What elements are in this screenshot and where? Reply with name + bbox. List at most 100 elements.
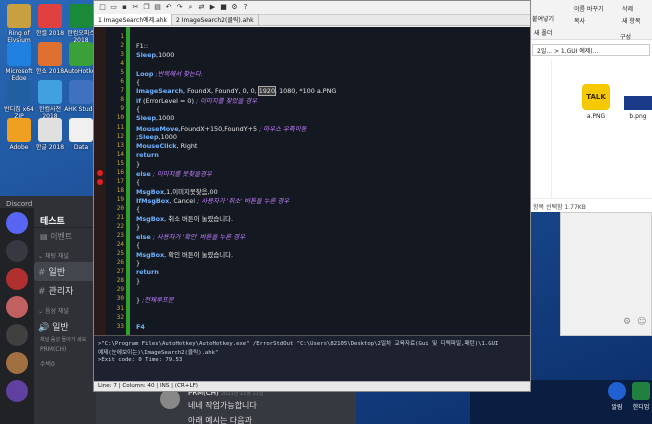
file-item[interactable]: b.png [618, 96, 652, 120]
redo-icon[interactable]: ↷ [175, 3, 184, 12]
code-line[interactable]: { [136, 241, 140, 249]
server-icon-2[interactable] [6, 296, 28, 318]
code-line[interactable]: Sleep,1000 [136, 114, 174, 122]
code-text: 1920 [257, 86, 277, 97]
copy-icon[interactable]: ❐ [142, 3, 151, 12]
code-line[interactable]: ImageSearch, FoundX, FoundY, 0, 0, 1920,… [136, 86, 336, 97]
code-line[interactable]: MsgBox, 취소 버튼이 눌렸습니다. [136, 214, 233, 223]
code-line[interactable]: F1:: [136, 42, 148, 50]
desktop-icon[interactable]: Microsoft Edge [2, 42, 36, 82]
breakpoint-icon[interactable] [97, 169, 103, 176]
new-folder-button[interactable]: 새 폴더 [534, 28, 552, 37]
code-line[interactable]: { [136, 205, 140, 213]
code-line[interactable]: MouseClick, Right [136, 142, 197, 150]
server-icon-1[interactable] [6, 268, 28, 290]
line-number: 5 [120, 69, 124, 77]
code-line[interactable]: else ; 이미지를 못찾을경우 [136, 169, 212, 178]
code-line[interactable]: if (ErrorLevel = 0) ; 이미지를 찾았을 경우 [136, 96, 257, 105]
code-text: { [136, 241, 141, 250]
app-icon [69, 42, 93, 66]
code-line[interactable]: MsgBox, 확인 버튼이 눌렸습니다. [136, 250, 233, 259]
code-line[interactable]: Sleep,1000 [136, 51, 174, 59]
code-editor[interactable]: 1 2 F1:: 3 Sleep,1000 4 5 Loop ;반복해서 찾는다. 6{7 Ima… [94, 27, 530, 335]
open-icon[interactable]: ▭ [109, 3, 118, 12]
line-number: 27 [116, 268, 124, 276]
rename-button[interactable]: 이름 바꾸기 [574, 4, 604, 13]
tab-imagesearch[interactable]: 1 ImageSearch예제.ahk [94, 14, 173, 25]
taskbar-item[interactable]: 한디엄 [632, 382, 650, 411]
voice-member[interactable]: PRM(CH) [34, 343, 96, 356]
address-bar[interactable]: 2일... > 1.GUI 예제(... [532, 44, 650, 56]
avatar[interactable] [160, 389, 180, 409]
taskbar-item[interactable]: 알림 [608, 382, 626, 411]
desktop-icon[interactable]: Ring of Elysium [2, 4, 36, 44]
code-line[interactable]: MsgBox,1,이미지못찾음,00 [136, 187, 218, 196]
code-line[interactable]: Loop ;반복해서 찾는다. [136, 69, 203, 78]
code-line[interactable]: } [136, 160, 140, 168]
code-text: ,1,이미지못찾음,00 [164, 187, 218, 196]
server-icon-test[interactable] [6, 240, 28, 262]
channel-general[interactable]: # 일반 [34, 262, 96, 281]
code-line[interactable]: MouseMove,FoundX+150,FoundY+5 ; 마우스 우측이동 [136, 124, 306, 133]
desktop-icon[interactable]: 반디집 x64 ZIP [2, 80, 36, 120]
copy-button[interactable]: 복사 [574, 16, 585, 25]
desktop-icon[interactable]: 한셀 2018 [33, 4, 67, 44]
text-category[interactable]: ⌄ 채팅 채널 [34, 245, 96, 262]
server-icon-3[interactable] [6, 324, 28, 346]
channel-admin[interactable]: # 관리자 [34, 281, 96, 300]
app-icon [7, 118, 31, 142]
voice-category[interactable]: ⌄ 음성 채널 [34, 300, 96, 317]
replace-icon[interactable]: ⇄ [197, 3, 206, 12]
desktop-icon[interactable]: Adobe [2, 118, 36, 158]
paste-icon[interactable]: ▤ [153, 3, 162, 12]
paste-button[interactable]: 붙여넣기 [532, 14, 554, 23]
code-line[interactable]: } [136, 259, 140, 267]
code-line[interactable]: IfMsgBox, Cancel ; 사용자가 '취소' 버튼을 누른 경우 [136, 196, 289, 205]
voice-channel[interactable]: 🔊 일반 [34, 317, 96, 336]
events-item[interactable]: ▤ 이벤트 [34, 228, 96, 245]
settings-icon[interactable]: ⚙ [230, 3, 239, 12]
code-line[interactable]: } [136, 277, 140, 285]
file-item[interactable]: TALK a.PNG [576, 84, 616, 120]
server-name[interactable]: 테스트 [34, 210, 96, 228]
cut-icon[interactable]: ✂ [131, 3, 140, 12]
code-text: { [136, 204, 141, 213]
save-icon[interactable]: ▪ [120, 3, 129, 12]
code-line[interactable]: else ; 사용자가 '확인' 버튼을 누른 경우 [136, 232, 245, 241]
line-number: 33 [116, 322, 124, 330]
undo-icon[interactable]: ↶ [164, 3, 173, 12]
code-line[interactable]: } ;전체루프문 [136, 295, 174, 304]
code-line[interactable]: { [136, 178, 140, 186]
gear-icon[interactable]: ⚙ [623, 317, 631, 327]
code-line[interactable]: { [136, 105, 140, 113]
code-line[interactable]: ;Sleep,1000 [136, 133, 177, 141]
find-icon[interactable]: ⌕ [186, 3, 195, 12]
emoji-icon[interactable]: ☺ [637, 317, 646, 327]
tab-imagesearch2[interactable]: 2 ImageSearch2(클릭).ahk [172, 14, 259, 25]
fold-margin[interactable] [126, 27, 130, 335]
run-icon[interactable]: ▶ [208, 3, 217, 12]
navigation-pane[interactable] [530, 60, 552, 198]
code-line[interactable]: F4 [136, 323, 145, 331]
new-item-button[interactable]: 새 항목 [622, 16, 640, 25]
breakpoint-icon[interactable] [97, 178, 103, 185]
server-icon-5[interactable] [6, 380, 28, 402]
code-line[interactable]: return [136, 151, 159, 159]
stop-icon[interactable]: ■ [219, 3, 228, 12]
output-line: >"C:\Program Files\AutoHotkey\AutoHotkey… [98, 341, 499, 347]
new-icon[interactable]: □ [98, 3, 107, 12]
desktop-icon[interactable]: 한글 2018 [33, 118, 67, 158]
desktop-icon[interactable]: 한컴사전 2018 [33, 80, 67, 120]
line-number: 14 [116, 150, 124, 158]
code-line[interactable]: { [136, 78, 140, 86]
voice-member[interactable]: 수빅0 [34, 356, 96, 371]
home-server-icon[interactable] [6, 212, 28, 234]
output-pane[interactable]: >"C:\Program Files\AutoHotkey\AutoHotkey… [94, 335, 530, 381]
code-line[interactable]: return [136, 268, 159, 276]
desktop-icon[interactable]: 한쇼 2018 [33, 42, 67, 82]
code-line[interactable]: } [136, 223, 140, 231]
delete-button[interactable]: 삭제 [622, 4, 633, 13]
help-icon[interactable]: ? [241, 3, 250, 12]
server-icon-4[interactable] [6, 352, 28, 374]
code-text: { [136, 177, 141, 186]
